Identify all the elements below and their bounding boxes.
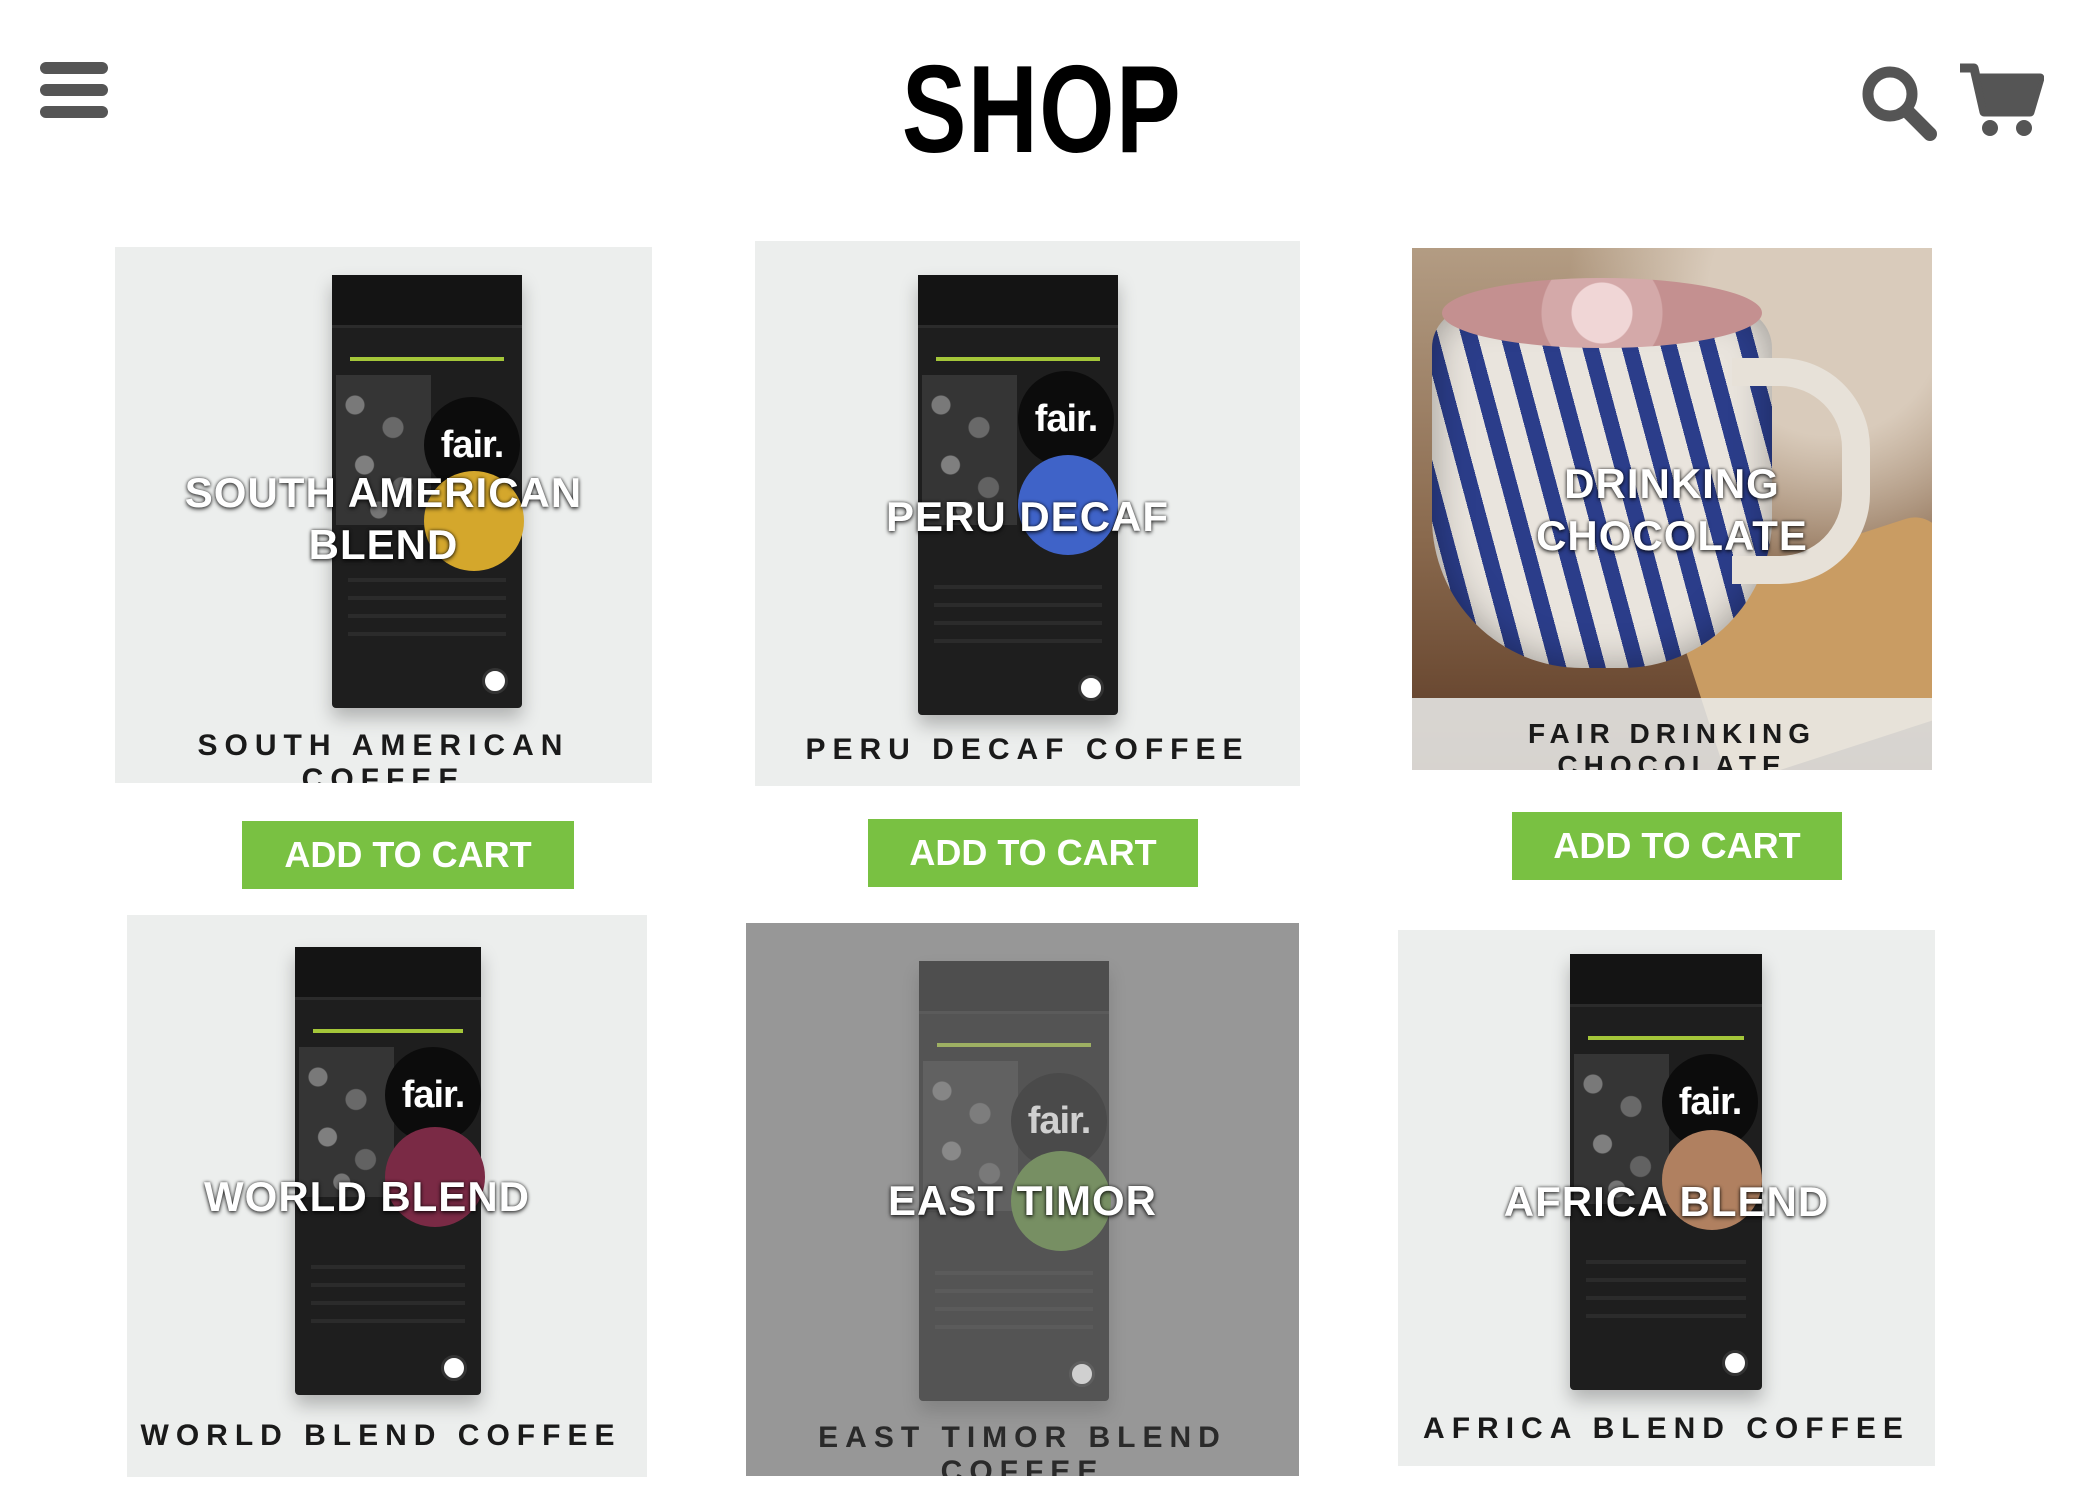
product-overlay-title: SOUTH AMERICAN BLEND	[184, 469, 583, 568]
fair-badge: fair.	[1018, 371, 1114, 467]
search-icon[interactable]	[1858, 62, 1938, 142]
add-to-cart-button[interactable]: ADD TO CART	[242, 821, 574, 889]
coffee-pack-image: fair.	[1570, 954, 1762, 1390]
product-caption: FAIR DRINKING CHOCOLATE	[1528, 718, 1816, 770]
product-card-africa-blend[interactable]: fair. AFRICA BLEND AFRICA BLEND COFFEE	[1398, 930, 1935, 1466]
product-card-drinking-chocolate[interactable]: DRINKING CHOCOLATE FAIR DRINKING CHOCOLA…	[1412, 248, 1932, 770]
product-caption: AFRICA BLEND COFFEE	[1423, 1412, 1910, 1445]
product-card-south-american[interactable]: fair. SOUTH AMERICAN BLEND SOUTH AMERICA…	[115, 247, 652, 783]
product-overlay-title: WORLD BLEND	[204, 1173, 530, 1220]
product-card-peru-decaf[interactable]: fair. PERU DECAF PERU DECAF COFFEE	[755, 241, 1300, 786]
menu-bar	[40, 84, 108, 96]
product-caption: EAST TIMOR BLEND COFFEE	[818, 1421, 1227, 1476]
product-caption: WORLD BLEND COFFEE	[140, 1419, 622, 1452]
product-caption: PERU DECAF COFFEE	[805, 733, 1250, 766]
add-to-cart-button[interactable]: ADD TO CART	[1512, 812, 1842, 880]
product-overlay-title: PERU DECAF	[885, 493, 1170, 540]
menu-bar	[40, 106, 108, 118]
menu-bar	[40, 62, 108, 74]
product-overlay-title: AFRICA BLEND	[1503, 1178, 1830, 1225]
page-title: SHOP	[901, 41, 1183, 179]
product-card-east-timor[interactable]: fair. EAST TIMOR EAST TIMOR BLEND COFFEE	[746, 923, 1299, 1476]
product-overlay-title: DRINKING CHOCOLATE	[1536, 460, 1808, 559]
product-caption: SOUTH AMERICAN COFFEE	[197, 729, 570, 783]
add-to-cart-button[interactable]: ADD TO CART	[868, 819, 1198, 887]
hamburger-menu-icon[interactable]	[40, 62, 108, 118]
product-card-world-blend[interactable]: fair. WORLD BLEND WORLD BLEND COFFEE	[127, 915, 647, 1477]
cart-icon[interactable]	[1958, 62, 2045, 140]
product-overlay-title: EAST TIMOR	[888, 1177, 1157, 1224]
